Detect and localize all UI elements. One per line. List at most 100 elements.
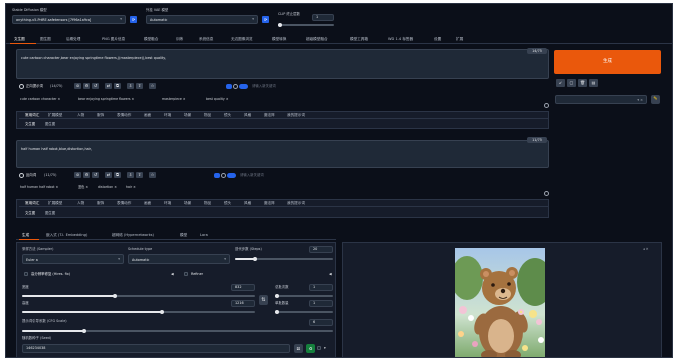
refresh-checkpoint-icon[interactable]: ⟳ <box>130 16 137 23</box>
recycle-icon[interactable]: ♻ <box>306 344 315 353</box>
caret-down-icon[interactable]: ▾ <box>324 346 326 350</box>
width-slider[interactable] <box>22 293 255 298</box>
generated-image[interactable] <box>455 248 545 357</box>
subtab-txt2img[interactable]: 文生图 <box>25 122 35 126</box>
steps-slider[interactable] <box>235 256 333 261</box>
history-icon[interactable]: ↺ <box>92 172 99 178</box>
copy-icon[interactable]: ⧉ <box>114 172 121 178</box>
keyword-toggles[interactable] <box>214 173 236 178</box>
favorite-icon[interactable]: ☆ <box>149 83 156 89</box>
tab-extras[interactable]: 后期处理 <box>66 37 80 42</box>
output-controls[interactable]: ◂ ✕ <box>643 247 649 251</box>
chip-tag[interactable]: bear enjoying springtime flowers × <box>78 97 134 102</box>
batch-count-input[interactable]: 1 <box>309 284 333 291</box>
height-slider[interactable] <box>22 309 255 314</box>
keyword-toggles[interactable] <box>226 84 248 89</box>
dice-icon[interactable]: ⚄ <box>294 344 303 353</box>
category-tab[interactable]: 物品 <box>204 113 211 118</box>
refiner-checkbox[interactable] <box>184 272 188 276</box>
negative-keyword-input[interactable]: 请输入新关键词 <box>240 173 264 177</box>
category-tab[interactable]: 镜头 <box>224 201 231 206</box>
category-tab[interactable]: 镜头 <box>224 113 231 118</box>
tab-hypernetworks[interactable]: 超网络 (Hypernetworks) <box>112 233 154 238</box>
category-tab[interactable]: 画面 <box>144 201 151 206</box>
swap-dimensions-icon[interactable]: ⇅ <box>259 295 268 305</box>
negative-prompt-textarea[interactable]: half human half robot,blue,distortion,ha… <box>16 140 549 168</box>
category-tab[interactable]: 人物 <box>77 113 84 118</box>
clear-icon[interactable]: ⊘ <box>74 172 81 178</box>
tab-embeddings[interactable]: 嵌入式 (T.I. Embedding) <box>46 233 87 238</box>
checkpoint-select[interactable]: anything-v5-PrtRE.safetensors [7f96a1a9c… <box>12 15 126 24</box>
category-tab[interactable]: 风格 <box>244 113 251 118</box>
positive-prompt-textarea[interactable]: cute cartoon character,bear enjoying spr… <box>16 49 549 79</box>
subtab-txt2img[interactable]: 文生图 <box>25 211 35 215</box>
positive-keyword-input[interactable]: 请输入新关键词 <box>252 84 276 88</box>
clear-icon[interactable]: ⊘ <box>74 83 81 89</box>
edit-styles-icon[interactable]: ✎ <box>651 95 660 104</box>
import-icon[interactable]: ⇩ <box>127 172 134 178</box>
tab-checkpoints[interactable]: 模型 <box>180 233 187 238</box>
category-tab[interactable]: 魔法阵 <box>264 201 275 206</box>
translate-icon[interactable]: ⇄ <box>105 172 112 178</box>
export-icon[interactable]: ⇧ <box>136 172 143 178</box>
tab-toolkit[interactable]: 模型工具箱 <box>350 37 368 42</box>
height-input[interactable]: 1216 <box>231 300 255 307</box>
tab-convert[interactable]: 模型转换 <box>272 37 286 42</box>
category-tab[interactable]: 常用词汇 <box>25 113 39 118</box>
expand-chips-icon[interactable] <box>544 103 549 108</box>
tab-browser[interactable]: 无边图像浏览 <box>231 37 253 42</box>
trash-icon[interactable]: 🗑 <box>578 79 587 87</box>
category-tab[interactable]: 我的提示词 <box>287 201 305 206</box>
batch-count-slider[interactable] <box>275 293 333 298</box>
favorite-icon[interactable]: ☆ <box>149 172 156 178</box>
category-tab[interactable]: 我的提示词 <box>287 113 305 118</box>
category-tab[interactable]: 扩展模型 <box>48 201 62 206</box>
caret-left-icon[interactable]: ◀ <box>171 272 174 276</box>
category-tab[interactable]: 环境 <box>164 201 171 206</box>
chip-tag[interactable]: hair × <box>126 185 136 190</box>
collapse-icon[interactable] <box>19 173 24 178</box>
steps-input[interactable]: 20 <box>309 246 333 253</box>
history-icon[interactable]: ↺ <box>92 83 99 89</box>
subtab-img2img[interactable]: 图生图 <box>45 122 55 126</box>
import-icon[interactable]: ⇩ <box>127 83 134 89</box>
styles-select[interactable]: ▾ × <box>555 95 647 104</box>
generate-button[interactable]: 生成 <box>554 50 661 74</box>
category-tab[interactable]: 物品 <box>204 201 211 206</box>
paste-params-icon[interactable]: ↙ <box>556 79 565 87</box>
category-tab[interactable]: 服饰 <box>97 113 104 118</box>
collapse-icon[interactable] <box>19 84 24 89</box>
tab-wd14[interactable]: WD 1.4 标签器 <box>388 37 413 42</box>
extra-seed-checkbox[interactable] <box>317 346 321 350</box>
styles-icon[interactable]: ▢ <box>567 79 576 87</box>
tab-settings[interactable]: 设置 <box>434 37 441 42</box>
batch-size-input[interactable]: 1 <box>309 300 333 307</box>
seed-input[interactable]: 146234038 <box>22 344 290 353</box>
tab-generation[interactable]: 生成 <box>22 233 29 238</box>
category-tab[interactable]: 环境 <box>164 113 171 118</box>
tab-png-info[interactable]: PNG 图片信息 <box>102 37 125 42</box>
sampler-select[interactable]: Euler a ▾ <box>22 254 124 264</box>
category-tab[interactable]: 场景 <box>184 201 191 206</box>
chip-tag[interactable]: masterpiece × <box>162 97 186 102</box>
category-tab[interactable]: 表情动作 <box>117 201 131 206</box>
tab-txt2img[interactable]: 文生图 <box>14 37 25 42</box>
export-icon[interactable]: ⇧ <box>136 83 143 89</box>
chip-tag[interactable]: best quality × <box>206 97 229 102</box>
category-tab[interactable]: 画面 <box>144 113 151 118</box>
clip-slider[interactable] <box>278 22 334 27</box>
category-tab[interactable]: 场景 <box>184 113 191 118</box>
batch-size-slider[interactable] <box>275 309 333 314</box>
width-input[interactable]: 832 <box>231 284 255 291</box>
chip-tag[interactable]: cute cartoon character × <box>20 97 60 102</box>
caret-left-icon[interactable]: ◀ <box>329 272 332 276</box>
cfg-slider[interactable] <box>22 328 333 333</box>
extra-networks-icon[interactable]: ▤ <box>589 79 598 87</box>
category-tab[interactable]: 服饰 <box>97 201 104 206</box>
translate-icon[interactable]: ⇄ <box>105 83 112 89</box>
tab-img2img[interactable]: 图生图 <box>40 37 51 42</box>
tab-merge[interactable]: 模型融合 <box>144 37 158 42</box>
cfg-input[interactable]: 6 <box>309 319 333 326</box>
settings-icon[interactable]: ⚙ <box>83 172 90 178</box>
chip-tag[interactable]: distortion × <box>98 185 117 190</box>
